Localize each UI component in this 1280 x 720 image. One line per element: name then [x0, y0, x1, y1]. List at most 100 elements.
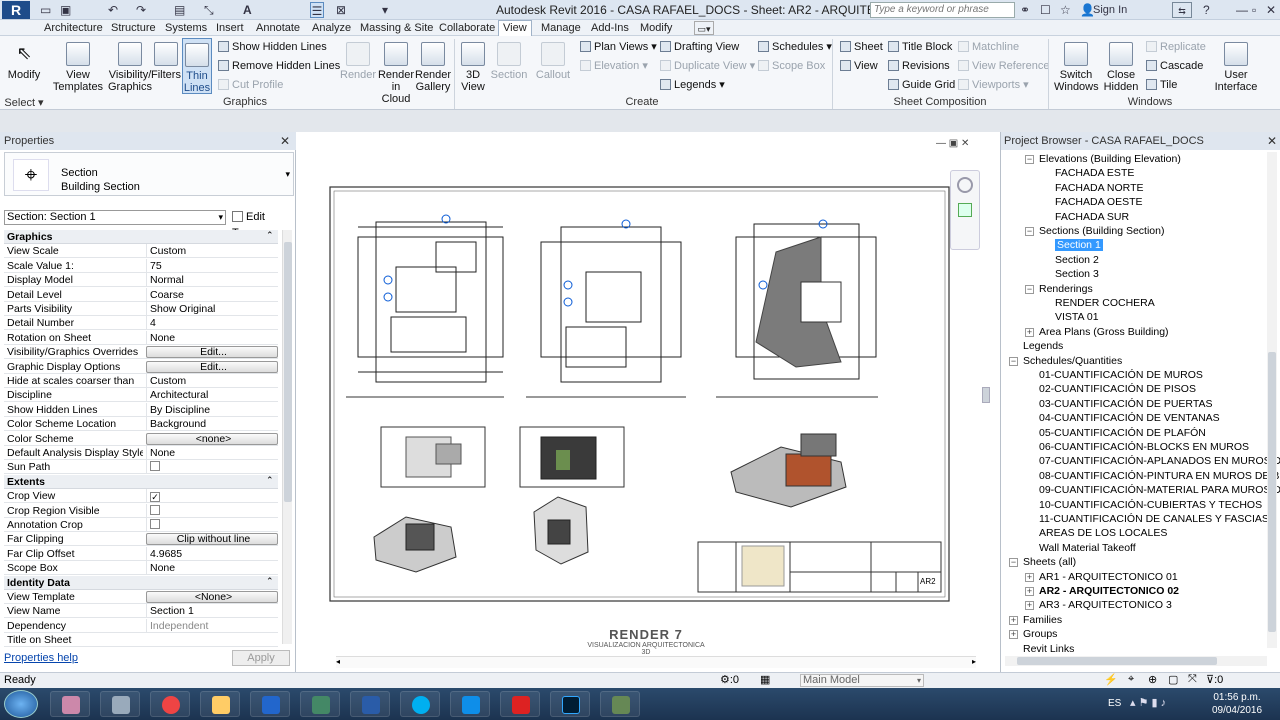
browser-item[interactable]: FACHADA SUR — [1055, 210, 1129, 224]
property-row[interactable]: Color Scheme <none> — [4, 432, 278, 446]
search-input[interactable]: Type a keyword or phrase — [870, 2, 1015, 18]
drafting-view-button[interactable]: Drafting View — [660, 40, 739, 54]
browser-item[interactable]: Groups — [1023, 627, 1057, 641]
property-row[interactable]: View Scale Custom — [4, 244, 278, 259]
browser-item[interactable]: Sections (Building Section) — [1039, 224, 1164, 238]
taskbar-word[interactable] — [350, 691, 390, 717]
save-icon[interactable]: ▣ — [60, 2, 71, 18]
property-row[interactable]: View Name Section 1 — [4, 604, 278, 619]
checkbox[interactable]: ✓ — [150, 492, 160, 503]
expand-icon[interactable]: + — [1025, 587, 1034, 596]
browser-item[interactable]: 11-CUANTIFICACIÓN DE CANALES Y FASCIAS — [1039, 512, 1269, 526]
property-row[interactable]: Default Analysis Display Style None — [4, 446, 278, 460]
property-row[interactable]: Sun Path — [4, 460, 278, 475]
taskbar-teamviewer[interactable] — [450, 691, 490, 717]
tray-icons[interactable]: ▴ ⚑ ▮ ♪ — [1130, 696, 1166, 709]
property-value[interactable]: 75 — [146, 258, 278, 273]
browser-item[interactable]: Schedules/Quantities — [1023, 354, 1122, 368]
property-row[interactable]: Scope Box None — [4, 561, 278, 576]
render-axonometric-3[interactable] — [533, 496, 589, 565]
scrollbar-thumb[interactable] — [1268, 352, 1276, 632]
browser-item[interactable]: Legends — [1023, 339, 1063, 353]
apply-button[interactable]: Apply — [232, 650, 290, 666]
property-value[interactable]: <None> — [146, 591, 278, 603]
elevation-button[interactable]: Elevation ▾ — [580, 59, 648, 73]
close-hidden-button[interactable]: Close Hidden — [1100, 42, 1142, 93]
scrollbar-thumb[interactable] — [1017, 657, 1217, 665]
taskbar-chrome[interactable] — [150, 691, 190, 717]
cascade-button[interactable]: Cascade — [1146, 59, 1203, 73]
measure-icon[interactable]: ⤡ — [204, 2, 214, 18]
open-icon[interactable]: ▭ — [40, 2, 51, 18]
view-button[interactable]: View — [840, 59, 878, 73]
property-value[interactable]: None — [146, 330, 278, 345]
print-icon[interactable]: ▤ — [174, 2, 185, 18]
property-value[interactable]: None — [146, 446, 278, 460]
browser-item[interactable]: 05-CUANTIFICACIÓN DE PLAFÓN — [1039, 426, 1206, 440]
view-reference-button[interactable]: View Reference — [958, 59, 1049, 73]
browser-item[interactable]: Renderings — [1039, 282, 1093, 296]
exchange-icon[interactable]: ⇆ — [1172, 2, 1192, 18]
view-horizontal-scrollbar[interactable]: ◂ ▸ — [336, 656, 976, 668]
taskbar-app-1[interactable] — [50, 691, 90, 717]
property-row[interactable]: Parts Visibility Show Original — [4, 302, 278, 316]
ribbon-toggle-icon[interactable]: ▭▾ — [694, 21, 714, 35]
browser-item[interactable]: Revit Links — [1023, 642, 1074, 656]
duplicate-view-button[interactable]: Duplicate View ▾ — [660, 59, 755, 73]
collapse-icon[interactable]: − — [1025, 227, 1034, 236]
property-row[interactable]: View Template <None> — [4, 590, 278, 604]
subscription-icon[interactable]: ☐ — [1040, 2, 1051, 18]
close-icon[interactable]: ✕ — [280, 132, 290, 150]
checkbox[interactable] — [150, 461, 160, 472]
property-value[interactable]: <none> — [146, 432, 278, 445]
worksets-icon[interactable]: ⚙:0 — [720, 673, 739, 686]
tab-collaborate[interactable]: Collaborate — [439, 21, 495, 35]
select-by-face-icon[interactable]: ▢ — [1168, 673, 1178, 686]
properties-scrollbar[interactable] — [282, 230, 292, 644]
browser-item[interactable]: 08-CUANTIFICACIÓN-PINTURA EN MUROS DE BL… — [1039, 469, 1280, 483]
expand-icon[interactable]: + — [1009, 630, 1018, 640]
tab-analyze[interactable]: Analyze — [312, 21, 351, 35]
visibility-graphics-button[interactable]: Visibility/ Graphics — [106, 42, 154, 93]
browser-item[interactable]: Families — [1023, 613, 1062, 627]
view-templates-button[interactable]: View Templates — [52, 42, 104, 93]
instance-selector[interactable]: Section: Section 1 ▾ — [4, 210, 226, 225]
browser-item[interactable]: FACHADA OESTE — [1055, 195, 1143, 209]
property-value[interactable]: Custom — [146, 244, 278, 259]
switch-windows-button[interactable]: Switch Windows — [1054, 42, 1099, 93]
tab-massing-site[interactable]: Massing & Site — [360, 21, 433, 35]
tab-architecture[interactable]: Architecture — [44, 21, 103, 35]
property-row[interactable]: Crop Region Visible — [4, 503, 278, 518]
browser-item[interactable]: Section 1 — [1055, 238, 1103, 252]
select-links-icon[interactable]: ⚡ — [1104, 673, 1118, 686]
browser-item[interactable]: 03-CUANTIFICACIÓN DE PUERTAS — [1039, 397, 1212, 411]
property-value[interactable]: Normal — [146, 273, 278, 288]
browser-item[interactable]: RENDER COCHERA — [1055, 296, 1155, 310]
property-value[interactable] — [146, 503, 278, 518]
property-row[interactable]: Crop View ✓ — [4, 489, 278, 504]
remove-hidden-lines-button[interactable]: Remove Hidden Lines — [218, 59, 340, 73]
taskbar-acrobat[interactable] — [500, 691, 540, 717]
property-row[interactable]: Dependency Independent — [4, 618, 278, 633]
close-button[interactable]: ✕ — [1266, 2, 1276, 18]
tile-button[interactable]: Tile — [1146, 78, 1177, 92]
property-row[interactable]: Far Clip Offset 4.9685 — [4, 546, 278, 561]
property-value[interactable] — [146, 460, 278, 475]
expand-icon[interactable]: + — [1025, 601, 1034, 611]
properties-help-link[interactable]: Properties help — [4, 652, 78, 664]
render-in-cloud-button[interactable]: Render in Cloud — [377, 42, 415, 105]
browser-item[interactable]: AR3 - ARQUITECTONICO 3 — [1039, 598, 1172, 612]
expand-icon[interactable]: + — [1025, 572, 1034, 582]
tab-insert[interactable]: Insert — [216, 21, 244, 35]
clock[interactable]: 01:56 p.m. 09/04/2016 — [1205, 691, 1269, 717]
guide-grid-button[interactable]: Guide Grid — [888, 78, 955, 92]
browser-item[interactable]: Wall Material Takeoff — [1039, 541, 1136, 555]
start-button[interactable] — [4, 690, 38, 718]
taskbar-calculator[interactable] — [100, 691, 140, 717]
taskbar-photoshop[interactable] — [550, 691, 590, 717]
revit-logo-icon[interactable]: R — [2, 1, 30, 19]
property-row[interactable]: Annotation Crop — [4, 518, 278, 532]
cut-profile-button[interactable]: Cut Profile — [218, 78, 283, 92]
browser-item[interactable]: Section 2 — [1055, 253, 1099, 267]
property-row[interactable]: Display Model Normal — [4, 273, 278, 288]
